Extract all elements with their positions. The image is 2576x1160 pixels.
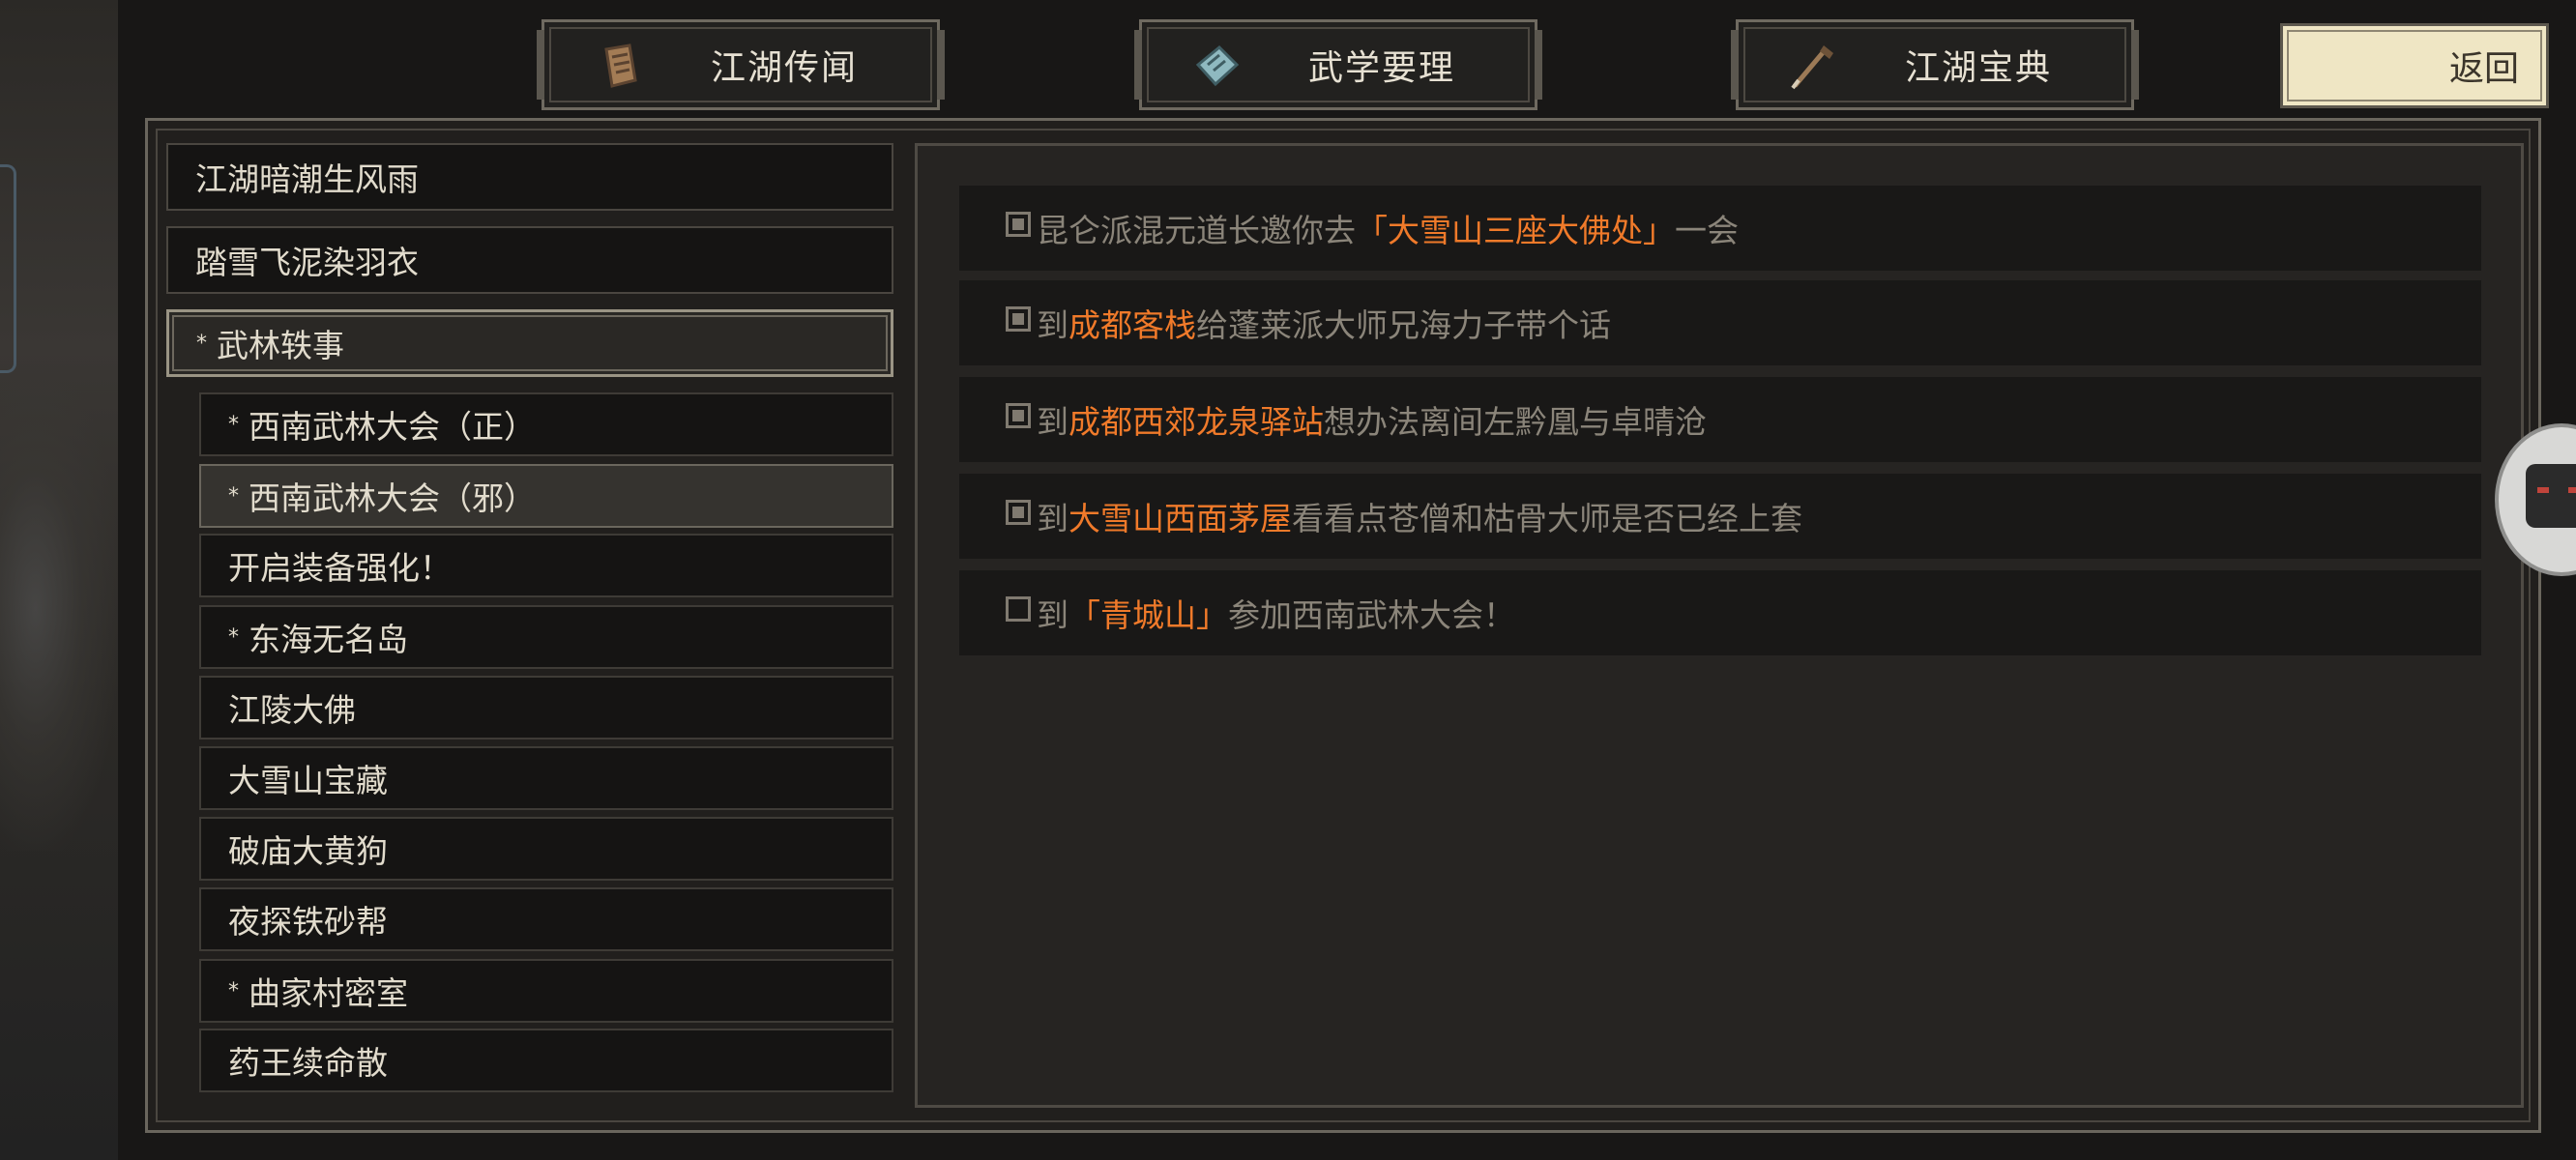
quest-list-item-label: 开启装备强化！ <box>228 549 452 587</box>
tab-martial-arts[interactable]: 武学要理 <box>1134 19 1542 110</box>
quest-list-item-label: 药王续命散 <box>228 1044 388 1082</box>
task-text: 昆仑派混元道长邀你去「大雪山三座大佛处」一会 <box>1037 205 1739 251</box>
quest-list-item[interactable]: * 曲家村密室 <box>199 959 893 1023</box>
checkbox-checked-icon <box>1006 500 1031 525</box>
quest-list-item[interactable]: 夜探铁砂帮 <box>199 887 893 951</box>
task-text-segment: 看看点苍僧和枯骨大师是否已经上套 <box>1292 500 1802 537</box>
back-button[interactable]: 返回 <box>2280 23 2549 108</box>
asterisk-icon: * <box>196 331 207 356</box>
quest-list-item-label: 曲家村密室 <box>249 974 408 1012</box>
quest-list-item[interactable]: 破庙大黄狗 <box>199 817 893 881</box>
npc-face-icon <box>2526 464 2576 528</box>
quest-list-item-label: 破庙大黄狗 <box>228 832 388 870</box>
quest-list-item[interactable]: * 东海无名岛 <box>199 605 893 669</box>
quest-list-item-label: 踏雪飞泥染羽衣 <box>195 244 419 281</box>
task-location-highlight: 成都客栈 <box>1068 306 1196 344</box>
tab-martial-arts-label: 武学要理 <box>1307 48 1455 88</box>
quest-list-item-label: 江湖暗潮生风雨 <box>195 160 419 198</box>
quest-list-item-label: 武林轶事 <box>217 327 344 364</box>
asterisk-icon: * <box>228 483 239 508</box>
task-text-segment: 一会 <box>1675 212 1739 249</box>
task-text-segment: 想办法离间左黔凰与卓晴沧 <box>1324 403 1707 441</box>
scroll-icon <box>604 44 637 88</box>
task-location-highlight: 成都西郊龙泉驿站 <box>1068 403 1324 441</box>
tab-rumors[interactable]: 江湖传闻 <box>537 19 945 110</box>
task-row: 到成都客栈给蓬莱派大师兄海力子带个话 <box>959 280 2481 365</box>
quest-list-item-label: 夜探铁砂帮 <box>228 903 388 941</box>
quest-list-item[interactable]: 踏雪飞泥染羽衣 <box>166 226 893 294</box>
back-button-label: 返回 <box>2448 49 2519 89</box>
quest-list-item-label: 东海无名岛 <box>249 621 408 658</box>
task-text: 到大雪山西面茅屋看看点苍僧和枯骨大师是否已经上套 <box>1037 493 1802 539</box>
quest-list[interactable]: 江湖暗潮生风雨 踏雪飞泥染羽衣 * 武林轶事 * 西南武林大会（正） * 西南武林大会（邪） 开… <box>166 143 893 1108</box>
task-location-highlight: 「青城山」 <box>1068 596 1228 634</box>
checkbox-checked-icon <box>1006 212 1031 237</box>
task-text-segment: 昆仑派混元道长邀你去 <box>1037 212 1356 249</box>
quest-list-item[interactable]: 药王续命散 <box>199 1029 893 1092</box>
task-location-highlight: 大雪山西面茅屋 <box>1068 500 1292 537</box>
task-text: 到「青城山」参加西南武林大会！ <box>1037 590 1515 636</box>
ink-decoration <box>0 367 118 851</box>
asterisk-icon: * <box>228 978 239 1003</box>
task-text-segment: 到 <box>1037 500 1068 537</box>
tab-rumors-label: 江湖传闻 <box>710 48 858 88</box>
manual-icon <box>1195 44 1240 87</box>
quest-list-item-label: 西南武林大会（正） <box>249 408 536 446</box>
task-row: 到成都西郊龙泉驿站想办法离间左黔凰与卓晴沧 <box>959 377 2481 462</box>
task-text-segment: 到 <box>1037 403 1068 441</box>
checkbox-checked-icon <box>1006 306 1031 332</box>
task-text: 到成都客栈给蓬莱派大师兄海力子带个话 <box>1037 300 1611 346</box>
task-location-highlight: 「大雪山三座大佛处」 <box>1356 212 1675 249</box>
task-text: 到成都西郊龙泉驿站想办法离间左黔凰与卓晴沧 <box>1037 396 1707 443</box>
quest-list-item[interactable]: * 西南武林大会（正） <box>199 392 893 456</box>
quest-list-item[interactable]: * 武林轶事 <box>166 309 893 377</box>
quest-list-item[interactable]: 江陵大佛 <box>199 676 893 740</box>
tab-codex-label: 江湖宝典 <box>1904 48 2052 88</box>
checkbox-empty-icon <box>1006 596 1031 622</box>
asterisk-icon: * <box>228 624 239 650</box>
task-text-segment: 到 <box>1037 596 1068 634</box>
brush-icon <box>1791 45 1833 90</box>
quest-list-item[interactable]: 江湖暗潮生风雨 <box>166 143 893 211</box>
asterisk-icon: * <box>228 412 239 437</box>
task-row: 昆仑派混元道长邀你去「大雪山三座大佛处」一会 <box>959 186 2481 271</box>
eye <box>2537 487 2549 493</box>
task-text-segment: 到 <box>1037 306 1068 344</box>
task-row: 到「青城山」参加西南武林大会！ <box>959 570 2481 655</box>
task-row: 到大雪山西面茅屋看看点苍僧和枯骨大师是否已经上套 <box>959 474 2481 559</box>
task-text-segment: 参加西南武林大会！ <box>1228 596 1515 634</box>
checkbox-checked-icon <box>1006 403 1031 428</box>
eye <box>2568 487 2576 493</box>
quest-list-item[interactable]: * 西南武林大会（邪） <box>199 464 893 528</box>
quest-list-item-label: 大雪山宝藏 <box>228 762 388 799</box>
tab-codex[interactable]: 江湖宝典 <box>1731 19 2139 110</box>
task-text-segment: 给蓬莱派大师兄海力子带个话 <box>1196 306 1611 344</box>
quest-list-item[interactable]: 开启装备强化！ <box>199 534 893 597</box>
quest-list-item-label: 西南武林大会（邪） <box>249 479 536 517</box>
quest-list-item[interactable]: 大雪山宝藏 <box>199 746 893 810</box>
quest-list-item-label: 江陵大佛 <box>228 691 356 729</box>
